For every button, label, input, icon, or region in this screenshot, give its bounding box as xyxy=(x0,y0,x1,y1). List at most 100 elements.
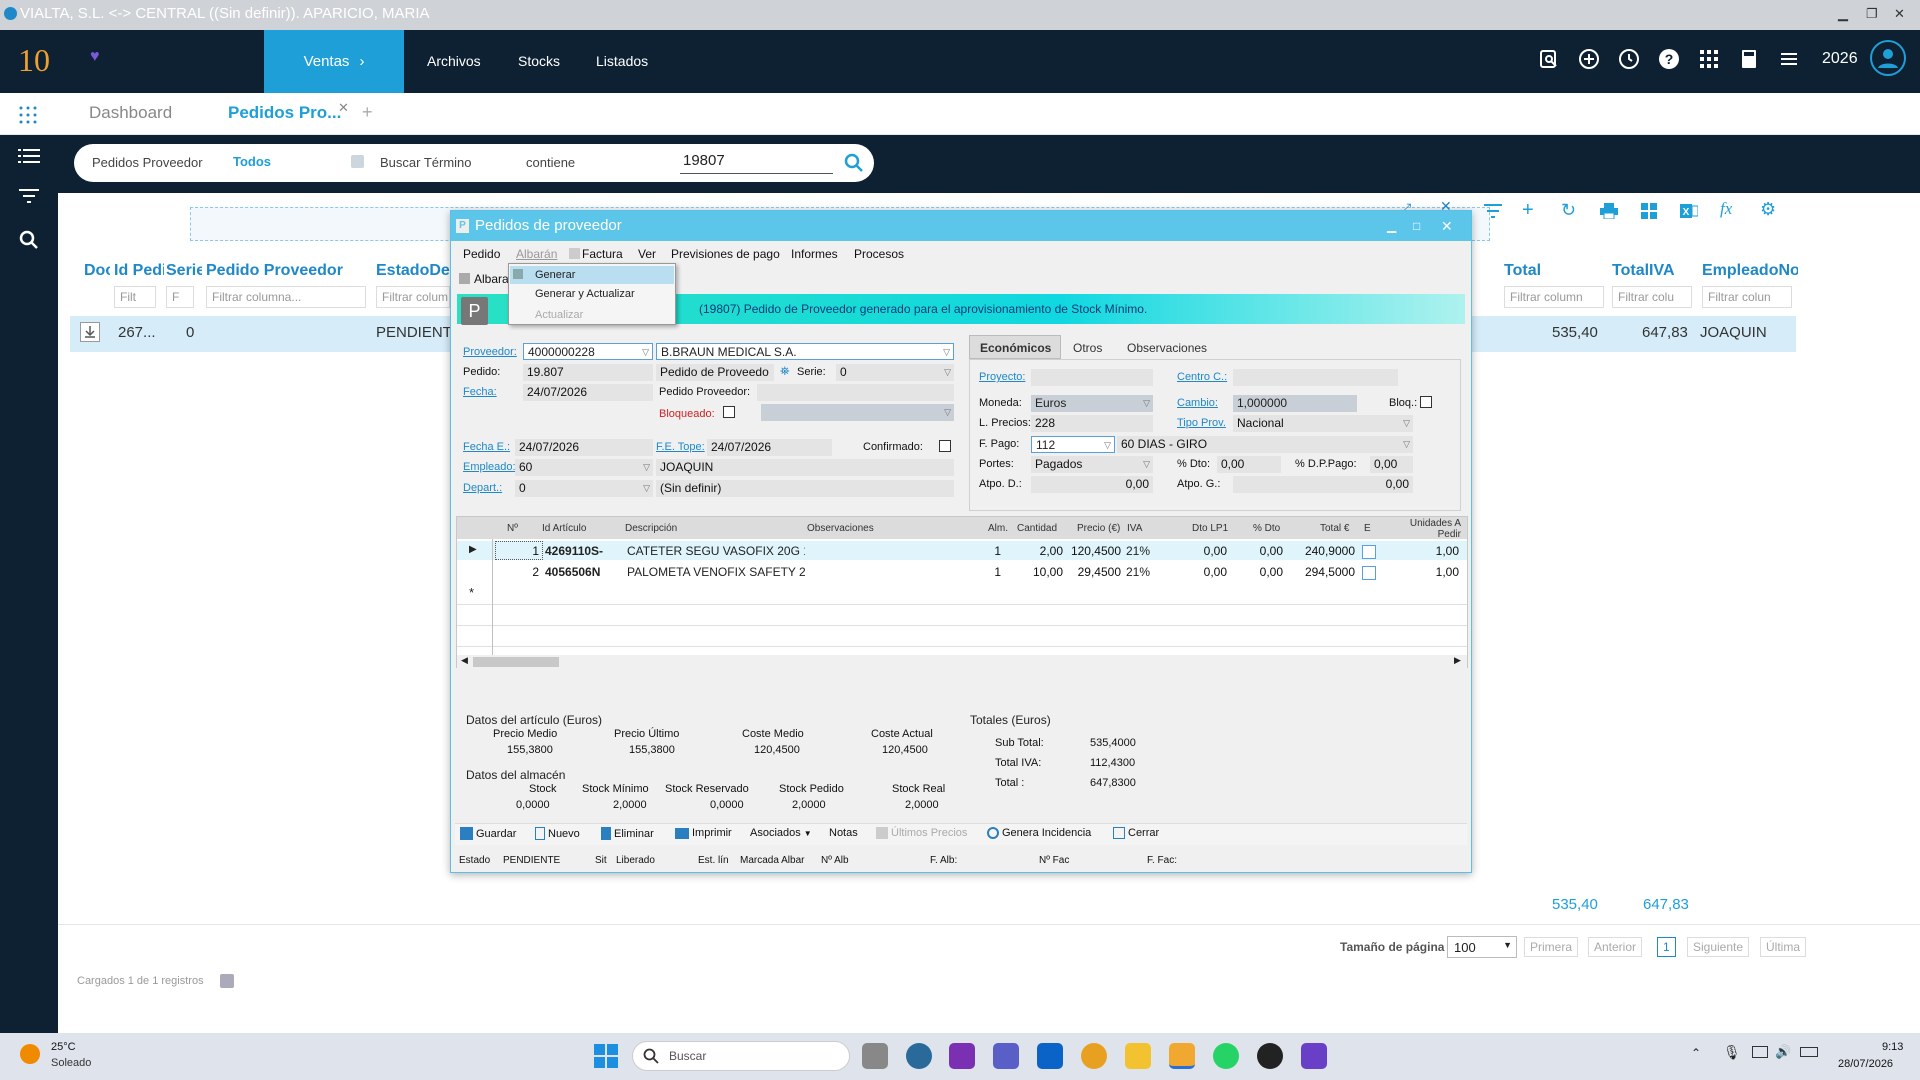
proveedor-code-field[interactable]: 4000000228 ▽ xyxy=(523,343,653,360)
clock-time[interactable]: 9:13 xyxy=(1882,1041,1903,1053)
dropdown-generar-actualizar[interactable]: Generar y Actualizar xyxy=(535,288,635,300)
layout-icon[interactable] xyxy=(1641,203,1657,219)
tray-chevron-up-icon[interactable]: ⌃ xyxy=(1691,1046,1701,1060)
list-icon[interactable] xyxy=(18,148,40,164)
fecha-entrega-field[interactable]: 24/07/2026 xyxy=(515,439,653,456)
tipo-proveedor-field[interactable]: Nacional ▽ xyxy=(1233,415,1413,432)
help-icon[interactable]: ? xyxy=(1658,48,1684,74)
descuento-field[interactable]: 0,00 xyxy=(1217,456,1281,473)
menu-pedido[interactable]: Pedido xyxy=(463,247,500,261)
nav-archivos[interactable]: Archivos xyxy=(427,30,481,93)
col-serie[interactable]: Serie xyxy=(166,262,202,280)
dialog-maximize-icon[interactable]: □ xyxy=(1413,211,1420,241)
proveedor-name-field[interactable]: B.BRAUN MEDICAL S.A. ▽ xyxy=(656,343,954,360)
tab-close-icon[interactable]: ✕ xyxy=(338,100,349,116)
search-entity[interactable]: Pedidos Proveedor xyxy=(92,155,203,170)
battery-icon[interactable] xyxy=(1800,1047,1818,1057)
nav-listados[interactable]: Listados xyxy=(596,30,648,93)
cerrar-button[interactable]: Cerrar xyxy=(1113,827,1159,839)
search-submit-icon[interactable] xyxy=(844,153,864,173)
binoculars-icon[interactable]: ⛯ xyxy=(780,364,790,379)
empleado-label[interactable]: Empleado: xyxy=(463,461,516,473)
lines-col-n[interactable]: Nº xyxy=(507,523,518,534)
col-pedido-proveedor[interactable]: Pedido Proveedor xyxy=(206,262,366,280)
imprimir-button[interactable]: Imprimir xyxy=(675,827,732,839)
new-row-icon[interactable]: * xyxy=(469,585,474,600)
line-2-edit-icon[interactable] xyxy=(1362,566,1376,580)
pager-last[interactable]: Última xyxy=(1760,937,1807,957)
filter-serie[interactable]: F xyxy=(166,286,194,308)
lines-col-dto-lp1[interactable]: Dto LP1 xyxy=(1192,523,1228,534)
menu-informes[interactable]: Informes xyxy=(791,247,838,261)
menu-procesos[interactable]: Procesos xyxy=(854,247,904,261)
fecha-label[interactable]: Fecha: xyxy=(463,386,497,398)
lines-col-dto[interactable]: % Dto xyxy=(1253,523,1280,534)
download-doc-icon[interactable] xyxy=(80,322,100,342)
weather-sun-icon[interactable] xyxy=(20,1044,40,1064)
proveedor-label[interactable]: Proveedor: xyxy=(463,346,517,358)
add-tab-icon[interactable]: + xyxy=(362,102,373,123)
search-input[interactable]: 19807 xyxy=(680,152,833,174)
empleado-name-field[interactable]: JOAQUIN xyxy=(656,459,954,476)
fecha-entrega-label[interactable]: Fecha E.: xyxy=(463,441,510,453)
forma-pago-code-field[interactable]: 112 ▽ xyxy=(1031,436,1115,453)
departamento-code-field[interactable]: 0 ▽ xyxy=(515,480,653,497)
fecha-field[interactable]: 24/07/2026 xyxy=(523,384,653,401)
cambio-label[interactable]: Cambio: xyxy=(1177,397,1218,409)
dialog-close-icon[interactable]: ✕ xyxy=(1441,211,1453,241)
task-view-icon[interactable] xyxy=(862,1043,888,1069)
close-icon[interactable]: ✕ xyxy=(1894,0,1905,28)
col-estado[interactable]: EstadoDes xyxy=(376,262,450,280)
dropdown-generar[interactable]: Generar xyxy=(510,266,674,284)
departamento-name-field[interactable]: (Sin definir) xyxy=(656,480,954,497)
atpo-g-field[interactable]: 0,00 xyxy=(1233,476,1413,493)
onenote-icon[interactable] xyxy=(949,1043,975,1069)
microphone-icon[interactable]: 🎙 xyxy=(1723,1044,1741,1061)
active-app-icon[interactable] xyxy=(1169,1043,1195,1069)
confirmado-checkbox[interactable] xyxy=(939,440,951,452)
portes-field[interactable]: Pagados ▽ xyxy=(1031,456,1153,473)
formula-icon[interactable]: fx xyxy=(1720,199,1732,219)
filter-total-iva[interactable]: Filtrar colu xyxy=(1612,286,1692,308)
search-operator[interactable]: contiene xyxy=(526,155,575,170)
page-size-select[interactable]: 100 ▼ xyxy=(1447,936,1517,958)
weather-temp[interactable]: 25°C xyxy=(51,1041,76,1053)
settings-gear-icon[interactable]: ⚙ xyxy=(1760,199,1776,220)
bloqueado-checkbox[interactable] xyxy=(723,406,735,418)
nav-ventas[interactable]: Ventas › xyxy=(264,30,404,93)
lines-col-cantidad[interactable]: Cantidad xyxy=(1017,523,1057,534)
user-avatar-icon[interactable] xyxy=(1870,40,1906,76)
notas-button[interactable]: Notas xyxy=(829,827,858,839)
filter-id[interactable]: Filt xyxy=(114,286,156,308)
menu-ver[interactable]: Ver xyxy=(638,247,656,261)
eliminar-button[interactable]: Eliminar xyxy=(601,827,654,840)
search-scope[interactable]: Todos xyxy=(233,154,271,169)
col-doc[interactable]: Doc xyxy=(84,262,110,280)
bloqueado-reason-field[interactable]: ▽ xyxy=(761,404,954,421)
app-s-icon[interactable] xyxy=(1257,1043,1283,1069)
app-camera-icon[interactable] xyxy=(906,1043,932,1069)
line-1-edit-icon[interactable] xyxy=(1362,545,1376,559)
pager-first[interactable]: Primera xyxy=(1524,937,1579,957)
menu-albaran[interactable]: Albarán xyxy=(516,247,557,261)
tab-economicos[interactable]: Económicos xyxy=(969,335,1061,359)
preview-search-icon[interactable] xyxy=(1538,48,1564,74)
tab-observaciones[interactable]: Observaciones xyxy=(1127,341,1207,355)
departamento-label[interactable]: Depart.: xyxy=(463,482,502,494)
empleado-code-field[interactable]: 60 ▽ xyxy=(515,459,653,476)
print-icon[interactable] xyxy=(1600,203,1618,219)
lines-col-iva[interactable]: IVA xyxy=(1127,523,1142,534)
lines-col-total[interactable]: Total € xyxy=(1320,523,1349,534)
grid-add-icon[interactable]: + xyxy=(1522,199,1534,222)
pedido-desc-field[interactable]: Pedido de Proveedo xyxy=(656,364,774,381)
tab-dashboard[interactable]: Dashboard xyxy=(89,103,172,123)
col-total[interactable]: Total xyxy=(1504,262,1584,280)
chrome-icon[interactable] xyxy=(1081,1043,1107,1069)
asociados-button[interactable]: Asociados ▼ xyxy=(750,827,812,839)
windows-start-icon[interactable] xyxy=(594,1044,618,1068)
centro-coste-field[interactable] xyxy=(1233,369,1398,386)
calculator-icon[interactable] xyxy=(1738,48,1764,74)
teams-icon[interactable] xyxy=(993,1043,1019,1069)
minimize-icon[interactable]: ▁ xyxy=(1838,0,1848,28)
filter-estado[interactable]: Filtrar colum xyxy=(376,286,450,308)
